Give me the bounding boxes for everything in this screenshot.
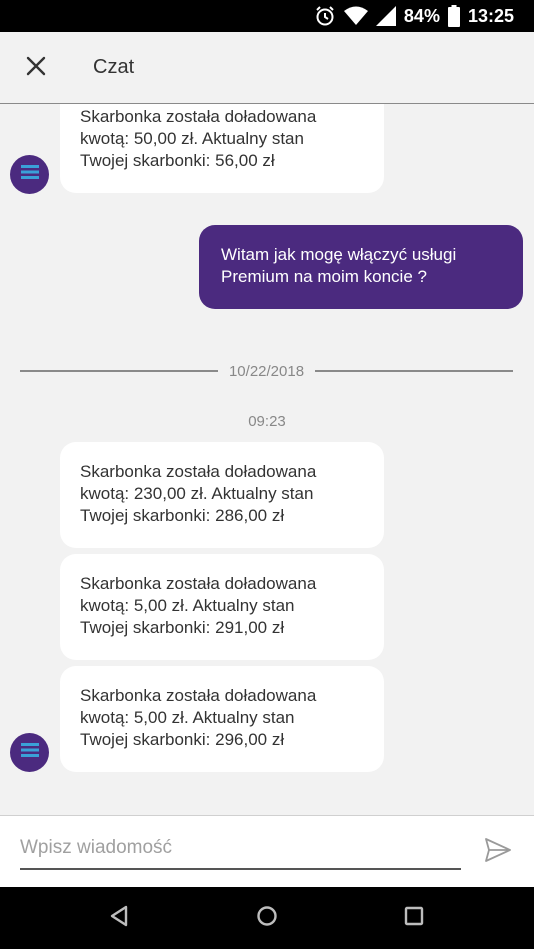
alarm-icon — [314, 5, 336, 27]
time-label: 09:23 — [248, 413, 286, 430]
message-line: Twojej skarbonki: 296,00 zł — [80, 730, 285, 749]
message-line: Twojej skarbonki: 56,00 zł — [80, 151, 275, 170]
send-icon — [484, 837, 512, 868]
home-button[interactable] — [252, 903, 282, 933]
battery-icon — [447, 5, 460, 27]
user-message-bubble: Witam jak mogę włączyć usługi Premium na… — [199, 225, 523, 309]
back-button[interactable] — [104, 903, 134, 933]
divider-line — [315, 370, 514, 372]
message-line: Twojej skarbonki: 286,00 zł — [80, 506, 285, 525]
divider-line — [20, 370, 218, 372]
bot-avatar — [10, 733, 49, 772]
message-input[interactable] — [20, 834, 461, 870]
bot-message-bubble: Skarbonka została doładowana kwotą: 5,00… — [60, 666, 384, 772]
message-line: kwotą: 50,00 zł. Aktualny stan — [80, 129, 304, 148]
bot-avatar — [10, 155, 49, 194]
close-button[interactable] — [14, 46, 58, 90]
message-line: kwotą: 5,00 zł. Aktualny stan — [80, 596, 295, 615]
bot-message-bubble: Skarbonka została doładowana kwotą: 50,0… — [60, 104, 384, 193]
composer — [0, 815, 534, 887]
signal-icon — [375, 6, 396, 26]
page-title: Czat — [93, 56, 135, 78]
message-line: Skarbonka została doładowana — [80, 462, 317, 481]
wifi-icon — [343, 6, 368, 26]
battery-percent: 84% — [403, 5, 440, 26]
chat-area[interactable]: Skarbonka została doładowana kwotą: 50,0… — [0, 104, 534, 815]
navigation-bar — [0, 887, 534, 949]
app-bar: Czat — [0, 32, 534, 104]
menu-lines-icon — [20, 164, 39, 185]
message-line: Skarbonka została doładowana — [80, 574, 317, 593]
message-line: Witam jak mogę włączyć usługi — [221, 245, 457, 264]
recents-button[interactable] — [399, 903, 429, 933]
date-label: 10/22/2018 — [228, 362, 305, 380]
clock: 13:25 — [467, 5, 514, 26]
date-divider: 10/22/2018 — [20, 359, 514, 383]
recents-icon — [404, 906, 424, 931]
message-line: Skarbonka została doładowana — [80, 686, 317, 705]
message-line: kwotą: 5,00 zł. Aktualny stan — [80, 708, 295, 727]
status-bar: 84% 13:25 — [0, 0, 534, 32]
bot-message-bubble: Skarbonka została doładowana kwotą: 230,… — [60, 442, 384, 548]
back-icon — [109, 905, 129, 932]
close-icon — [25, 55, 47, 82]
message-line: Premium na moim koncie ? — [221, 267, 427, 286]
message-line: Skarbonka została doładowana — [80, 107, 317, 126]
send-button[interactable] — [478, 834, 518, 870]
message-line: Twojej skarbonki: 291,00 zł — [80, 618, 285, 637]
home-icon — [256, 905, 278, 932]
message-line: kwotą: 230,00 zł. Aktualny stan — [80, 484, 314, 503]
bot-message-bubble: Skarbonka została doładowana kwotą: 5,00… — [60, 554, 384, 660]
menu-lines-icon — [20, 742, 39, 763]
